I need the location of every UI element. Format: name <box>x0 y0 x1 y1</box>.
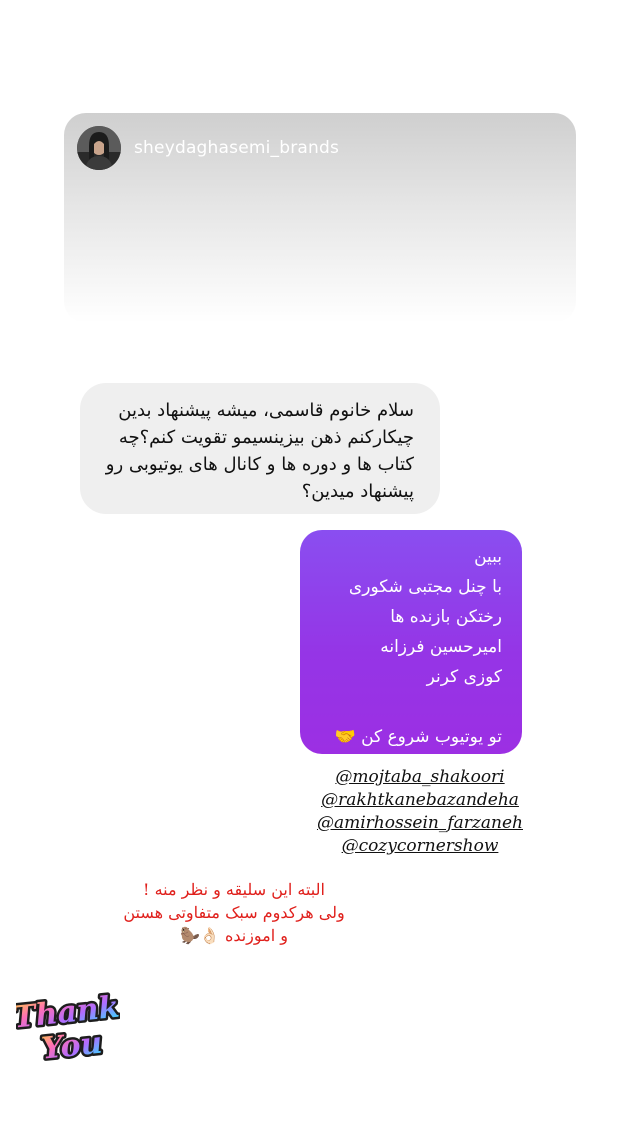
thank-you-sticker-art: Thank You <box>9 987 123 1069</box>
note-line: و اموزنده 👌🏻🦫 <box>96 924 372 947</box>
incoming-message-line: سلام خانوم قاسمی، میشه پیشنهاد بدین <box>118 400 414 421</box>
reply-line: ببین <box>474 547 502 567</box>
outgoing-message-bubble: ببین با چنل مجتبی شکوری رختکن بازنده ها … <box>300 530 522 754</box>
shared-story-card[interactable]: sheydaghasemi_brands <box>64 113 576 323</box>
story-username[interactable]: sheydaghasemi_brands <box>134 138 339 158</box>
mention-link-amirhossein[interactable]: @amirhossein_farzaneh <box>300 812 540 835</box>
note-line: ولی هرکدوم سبک متفاوتی هستن <box>123 903 345 922</box>
incoming-message-line: چیکارکنم ذهن بیزینسیمو تقویت کنم؟چه <box>118 427 414 448</box>
reply-closing-line: تو یوتیوب شروع کن 🤝 <box>334 727 502 747</box>
mention-link-mojtaba[interactable]: @mojtaba_shakoori <box>300 766 540 789</box>
reply-line: با چنل مجتبی شکوری <box>348 577 502 597</box>
sticker-word-you: You <box>40 1026 104 1067</box>
mention-link-rakhtkane[interactable]: @rakhtkanebazandeha <box>300 789 540 812</box>
story-note-text: البته این سلیقه و نظر منه ! ولی هرکدوم س… <box>96 878 372 947</box>
reply-line: رختکن بازنده ها <box>390 607 502 627</box>
incoming-message-line: پیشنهاد میدین؟ <box>301 481 414 502</box>
reply-spacer <box>300 692 502 722</box>
thank-you-sticker[interactable]: Thank You <box>9 986 123 1070</box>
reply-line: امیرحسین فرزانه <box>380 637 502 657</box>
ok-hand-beaver-emoji: 👌🏻🦫 <box>180 926 220 945</box>
mention-link-cozycorner[interactable]: @cozycornershow <box>300 835 540 858</box>
avatar[interactable] <box>77 126 121 170</box>
incoming-message-line: کتاب ها و دوره ها و کانال های یوتیوبی رو <box>105 454 414 475</box>
note-line-text: و اموزنده <box>224 926 288 945</box>
mention-list: @mojtaba_shakoori @rakhtkanebazandeha @a… <box>300 766 540 858</box>
note-line: البته این سلیقه و نظر منه ! <box>143 880 325 899</box>
incoming-message-bubble: سلام خانوم قاسمی، میشه پیشنهاد بدین چیکا… <box>80 383 440 514</box>
reply-line: کوزی کرنر <box>426 667 502 687</box>
